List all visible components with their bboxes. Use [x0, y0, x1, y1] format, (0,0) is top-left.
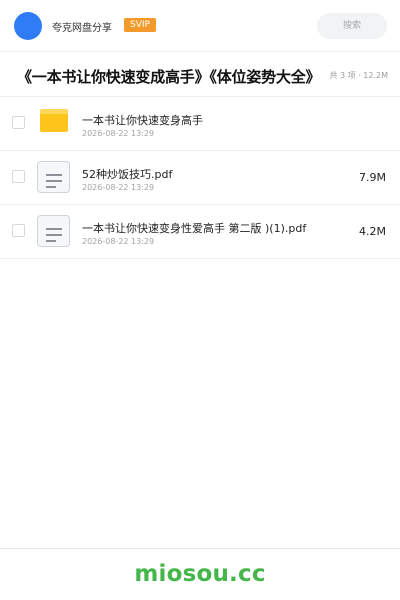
list-item[interactable]: 52种炒饭技巧.pdf 2026-08-22 13:29 7.9M: [0, 151, 400, 205]
select-checkbox[interactable]: [12, 116, 25, 129]
file-date: 2026-08-22 13:29: [82, 237, 155, 246]
document-icon: [37, 161, 70, 193]
page-title: 《一本书让你快速变成高手》《体位姿势大全》: [17, 68, 321, 86]
list-item[interactable]: 一本书让你快速变身高手 2026-08-22 13:29: [0, 97, 400, 151]
file-size: 7.9M: [359, 171, 386, 184]
select-checkbox[interactable]: [12, 224, 25, 237]
footer: miosou.cc: [0, 548, 400, 600]
search-input[interactable]: 搜索: [317, 13, 387, 39]
folder-icon: [40, 109, 68, 132]
file-name[interactable]: 一本书让你快速变身性爱高手 第二版 )(1).pdf: [82, 220, 306, 236]
document-icon: [37, 215, 70, 247]
share-summary: 共 3 项 · 12.2M: [329, 71, 388, 80]
brand-name: 夸克网盘分享: [52, 23, 112, 34]
top-bar: 夸克网盘分享 SVIP 搜索: [0, 0, 400, 52]
svip-badge[interactable]: SVIP: [124, 18, 156, 32]
file-date: 2026-08-22 13:29: [82, 183, 155, 192]
file-name[interactable]: 52种炒饭技巧.pdf: [82, 166, 172, 182]
share-title-bar: 《一本书让你快速变成高手》《体位姿势大全》 共 3 项 · 12.2M: [0, 52, 400, 97]
file-size: 4.2M: [359, 225, 386, 238]
watermark: miosou.cc: [134, 561, 266, 587]
avatar[interactable]: [14, 12, 42, 40]
select-checkbox[interactable]: [12, 170, 25, 183]
list-item[interactable]: 一本书让你快速变身性爱高手 第二版 )(1).pdf 2026-08-22 13…: [0, 205, 400, 259]
file-name[interactable]: 一本书让你快速变身高手: [82, 112, 203, 128]
file-date: 2026-08-22 13:29: [82, 129, 155, 138]
